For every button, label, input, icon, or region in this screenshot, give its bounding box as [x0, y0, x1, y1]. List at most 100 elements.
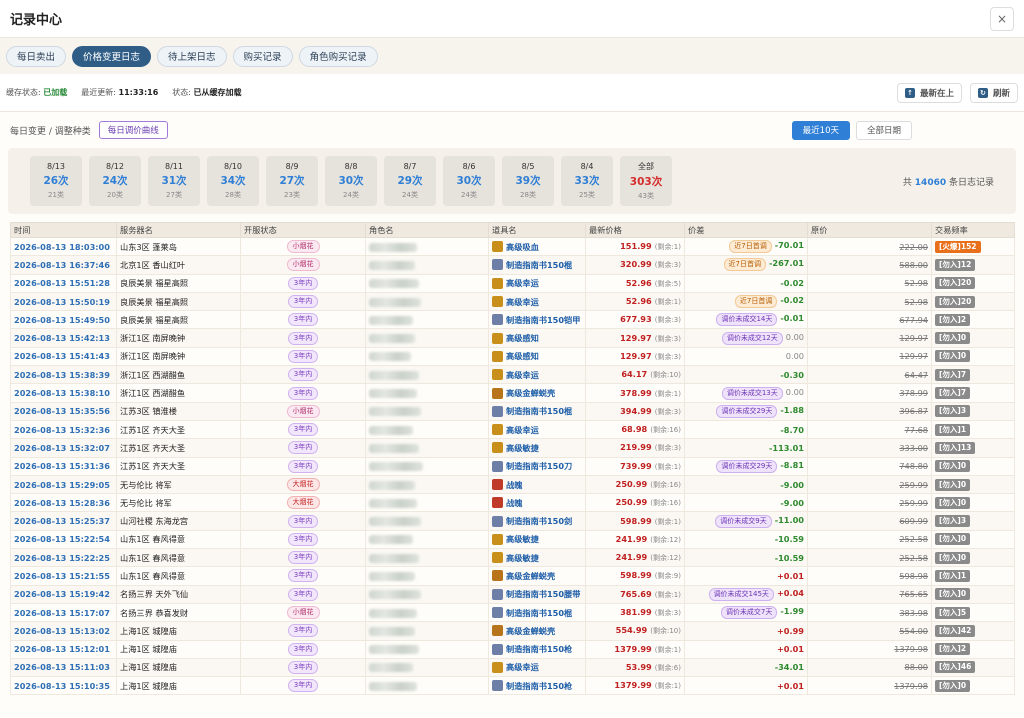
table-row[interactable]: 2026-08-13 15:50:19 良辰美景 福星高照 3年内 高级幸运 52.96…: [10, 291, 1015, 312]
table-row[interactable]: 2026-08-13 15:38:39 浙江1区 西湖醋鱼 3年内 高级幸运 64.17…: [10, 365, 1015, 385]
row-item-cell[interactable]: 高级敏捷: [488, 529, 586, 550]
item-name[interactable]: 高级金蝉蜕壳: [492, 387, 582, 399]
item-name[interactable]: 战魄: [492, 479, 582, 491]
day-card[interactable]: 8/4 33次 25类: [561, 156, 613, 206]
table-row[interactable]: 2026-08-13 15:29:05 无与伦比 将军 大烟花 战魄 250.99 (剩余…: [10, 474, 1015, 495]
column-header[interactable]: 时间: [10, 222, 117, 238]
column-header[interactable]: 最新价格: [585, 222, 685, 238]
day-card[interactable]: 8/6 30次 24类: [443, 156, 495, 206]
refresh-button[interactable]: ↻ 刷新: [969, 82, 1018, 103]
table-row[interactable]: 2026-08-13 15:42:13 浙江1区 南屏晚钟 3年内 高级感知 129.9…: [10, 328, 1015, 348]
item-name[interactable]: 高级幸运: [492, 296, 582, 308]
row-item-cell[interactable]: 高级金蝉蜕壳: [488, 621, 586, 641]
item-name[interactable]: 高级敏捷: [492, 533, 582, 545]
row-item-cell[interactable]: 制造指南书150腰带: [488, 584, 586, 604]
row-item-cell[interactable]: 高级金蝉蜕壳: [488, 566, 586, 586]
table-row[interactable]: 2026-08-13 15:32:36 江苏1区 齐天大圣 3年内 高级幸运 68.98…: [10, 419, 1015, 440]
item-name[interactable]: 高级金蝉蜕壳: [492, 570, 582, 582]
day-card[interactable]: 8/8 30次 24类: [325, 156, 377, 206]
table-row[interactable]: 2026-08-13 15:51:28 良辰美景 福星高照 3年内 高级幸运 52.96…: [10, 273, 1015, 293]
item-name[interactable]: 高级感知: [492, 332, 582, 344]
item-name[interactable]: 制造指南书150棍: [492, 405, 582, 417]
column-header[interactable]: 服务器名: [116, 222, 241, 238]
row-item-cell[interactable]: 制造指南书150铠甲: [488, 310, 586, 330]
column-header[interactable]: 价差: [684, 222, 808, 238]
table-row[interactable]: 2026-08-13 15:17:07 名扬三界 恭喜发财 小烟花 制造指南书150棍…: [10, 602, 1015, 623]
item-name[interactable]: 制造指南书150腰带: [492, 588, 582, 600]
column-header[interactable]: 道具名: [488, 222, 586, 238]
item-name[interactable]: 高级金蝉蜕壳: [492, 625, 582, 637]
row-item-cell[interactable]: 高级金蝉蜕壳: [488, 383, 586, 403]
item-name[interactable]: 高级感知: [492, 350, 582, 362]
item-name[interactable]: 高级吸血: [492, 241, 582, 253]
table-row[interactable]: 2026-08-13 15:19:42 名扬三界 天外飞仙 3年内 制造指南书150腰…: [10, 584, 1015, 604]
column-header[interactable]: 原价: [807, 222, 932, 238]
row-item-cell[interactable]: 战魄: [488, 474, 586, 495]
row-item-cell[interactable]: 制造指南书150刀: [488, 456, 586, 476]
row-item-cell[interactable]: 制造指南书150棍: [488, 401, 586, 421]
item-name[interactable]: 制造指南书150枪: [492, 680, 582, 692]
table-row[interactable]: 2026-08-13 15:38:10 浙江1区 西湖醋鱼 3年内 高级金蝉蜕壳 378…: [10, 383, 1015, 403]
latest-first-button[interactable]: ↑ 最新在上: [896, 82, 962, 103]
row-item-cell[interactable]: 高级吸血: [488, 236, 586, 257]
table-row[interactable]: 2026-08-13 15:21:55 山东1区 春风得意 3年内 高级金蝉蜕壳 598…: [10, 566, 1015, 586]
item-name[interactable]: 高级幸运: [492, 277, 582, 289]
tab-1[interactable]: 价格变更日志: [72, 45, 152, 67]
table-row[interactable]: 2026-08-13 15:31:36 江苏1区 齐天大圣 3年内 制造指南书150刀…: [10, 456, 1015, 476]
row-item-cell[interactable]: 高级敏捷: [488, 438, 586, 458]
row-item-cell[interactable]: 高级感知: [488, 328, 586, 348]
table-row[interactable]: 2026-08-13 15:13:02 上海1区 城隍庙 3年内 高级金蝉蜕壳 554.…: [10, 621, 1015, 641]
table-row[interactable]: 2026-08-13 15:35:56 江苏3区 镇淮楼 小烟花 制造指南书150棍 3…: [10, 401, 1015, 421]
column-header[interactable]: 交易频率: [931, 222, 1015, 238]
item-name[interactable]: 制造指南书150铠甲: [492, 314, 582, 326]
table-row[interactable]: 2026-08-13 15:11:03 上海1区 城隍庙 3年内 高级幸运 53.99(…: [10, 657, 1015, 678]
row-item-cell[interactable]: 制造指南书150棍: [488, 602, 586, 623]
table-row[interactable]: 2026-08-13 15:49:50 良辰美景 福星高照 3年内 制造指南书150铠…: [10, 310, 1015, 330]
range-all-button[interactable]: 全部日期: [855, 120, 912, 140]
row-item-cell[interactable]: 制造指南书150枪: [488, 676, 586, 696]
row-item-cell[interactable]: 高级幸运: [488, 291, 586, 312]
item-name[interactable]: 高级敏捷: [492, 442, 582, 454]
range-recent-button[interactable]: 最近10天: [791, 120, 850, 140]
row-item-cell[interactable]: 高级幸运: [488, 419, 586, 440]
row-item-cell[interactable]: 高级幸运: [488, 657, 586, 678]
table-row[interactable]: 2026-08-13 15:12:01 上海1区 城隍庙 3年内 制造指南书150枪 1…: [10, 639, 1015, 659]
item-name[interactable]: 战魄: [492, 497, 582, 509]
day-card[interactable]: 8/12 24次 20类: [89, 156, 141, 206]
item-name[interactable]: 制造指南书150剑: [492, 515, 582, 527]
close-icon[interactable]: ×: [990, 6, 1014, 31]
item-name[interactable]: 高级幸运: [492, 369, 582, 381]
day-card[interactable]: 8/13 26次 21类: [30, 156, 82, 206]
row-item-cell[interactable]: 高级敏捷: [488, 548, 586, 568]
day-card[interactable]: 8/5 39次 28类: [502, 156, 554, 206]
day-card[interactable]: 8/11 31次 27类: [148, 156, 200, 206]
column-header[interactable]: 角色名: [365, 222, 489, 238]
column-header[interactable]: 开服状态: [240, 222, 366, 238]
tab-4[interactable]: 角色购买记录: [298, 45, 378, 67]
table-row[interactable]: 2026-08-13 15:32:07 江苏1区 齐天大圣 3年内 高级敏捷 219.9…: [10, 438, 1015, 458]
tab-0[interactable]: 每日卖出: [6, 45, 67, 67]
tab-3[interactable]: 购买记录: [232, 45, 293, 67]
row-item-cell[interactable]: 制造指南书150剑: [488, 511, 586, 531]
row-item-cell[interactable]: 高级感知: [488, 346, 586, 367]
item-name[interactable]: 制造指南书150刀: [492, 460, 582, 472]
item-name[interactable]: 制造指南书150棍: [492, 259, 582, 271]
row-item-cell[interactable]: 制造指南书150棍: [488, 255, 586, 275]
table-row[interactable]: 2026-08-13 18:03:00 山东3区 蓬莱岛 小烟花 高级吸血 151.99…: [10, 236, 1015, 257]
table-row[interactable]: 2026-08-13 15:22:54 山东1区 春风得意 3年内 高级敏捷 241.9…: [10, 529, 1015, 550]
table-row[interactable]: 2026-08-13 15:28:36 无与伦比 将军 大烟花 战魄 250.99 (剩余…: [10, 493, 1015, 513]
row-item-cell[interactable]: 战魄: [488, 493, 586, 513]
row-item-cell[interactable]: 高级幸运: [488, 365, 586, 385]
table-row[interactable]: 2026-08-13 15:10:35 上海1区 城隍庙 3年内 制造指南书150枪 1…: [10, 676, 1015, 696]
day-card[interactable]: 全部 303次 43类: [620, 156, 672, 206]
day-card[interactable]: 8/9 27次 23类: [266, 156, 318, 206]
item-name[interactable]: 高级敏捷: [492, 552, 582, 564]
item-name[interactable]: 高级幸运: [492, 424, 582, 436]
table-row[interactable]: 2026-08-13 15:22:25 山东1区 春风得意 3年内 高级敏捷 241.9…: [10, 548, 1015, 568]
table-row[interactable]: 2026-08-13 15:41:43 浙江1区 南屏晚钟 3年内 高级感知 129.9…: [10, 346, 1015, 367]
item-name[interactable]: 高级幸运: [492, 661, 582, 673]
daily-curve-button[interactable]: 每日调价曲线: [98, 121, 168, 139]
item-name[interactable]: 制造指南书150棍: [492, 607, 582, 619]
item-name[interactable]: 制造指南书150枪: [492, 643, 582, 655]
table-row[interactable]: 2026-08-13 16:37:46 北京1区 香山红叶 小烟花 制造指南书150棍…: [10, 255, 1015, 275]
